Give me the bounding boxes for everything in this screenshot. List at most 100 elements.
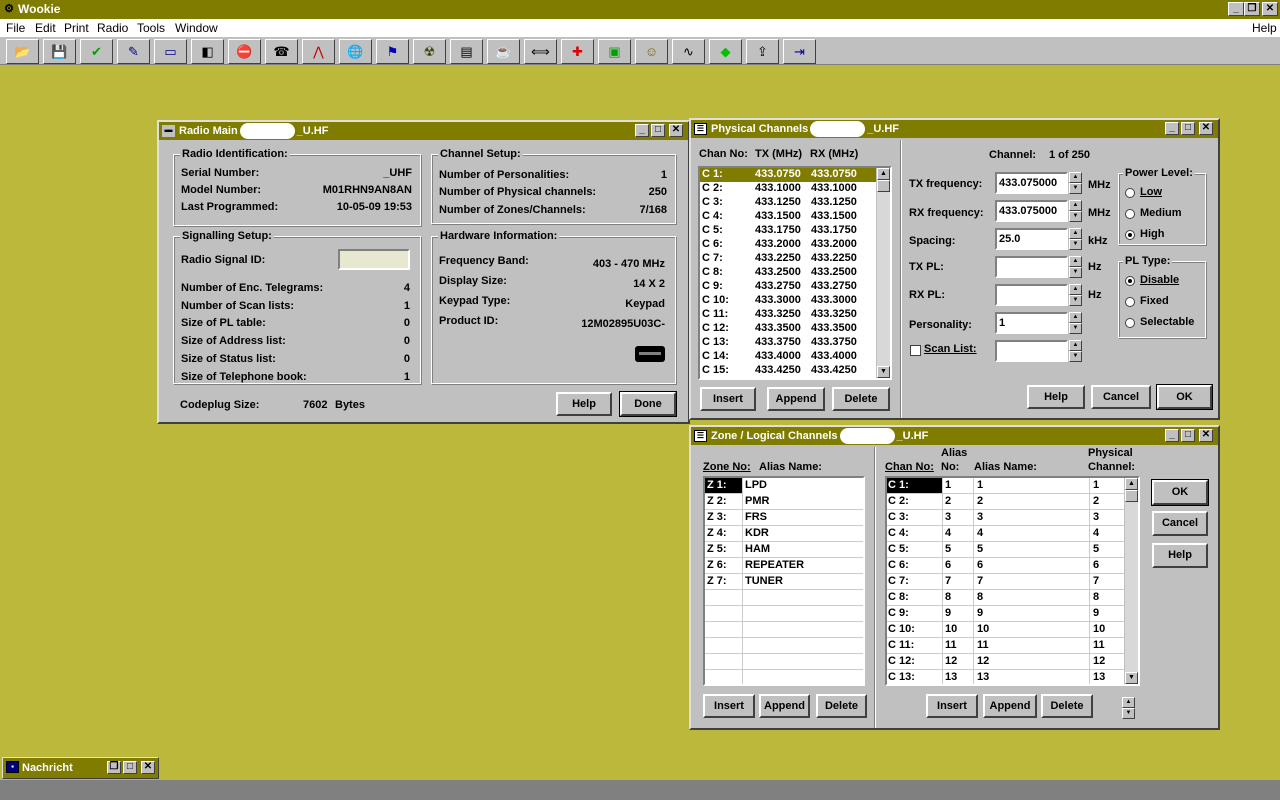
menu-radio[interactable]: Radio <box>97 19 128 37</box>
logical-channel-row[interactable]: C 4: 4 4 4 <box>887 526 1124 542</box>
physical-minimize[interactable]: _ <box>1165 122 1179 135</box>
menu-file[interactable]: File <box>6 19 25 37</box>
radio-main-done-button[interactable]: Done <box>619 391 677 417</box>
read-radio-icon[interactable]: ◧ <box>191 39 224 64</box>
personality-spinner[interactable]: ▲ ▼ <box>1069 312 1082 334</box>
pl-fixed-radio[interactable] <box>1125 297 1135 307</box>
zone-row[interactable] <box>705 590 863 606</box>
nachricht-minimized-window[interactable]: ▪ Nachricht ❐ □ ✕ <box>2 757 159 779</box>
physical-delete-button[interactable]: Delete <box>832 387 890 411</box>
radio-main-help-button[interactable]: Help <box>556 392 612 416</box>
menu-window[interactable]: Window <box>175 19 218 37</box>
tx-pl-spinner[interactable]: ▲ ▼ <box>1069 256 1082 278</box>
zone-row[interactable] <box>705 670 863 684</box>
wave-icon[interactable]: ∿ <box>672 39 705 64</box>
checkmark-icon[interactable]: ✔ <box>80 39 113 64</box>
power-high-radio[interactable] <box>1125 230 1135 240</box>
splitter[interactable] <box>900 140 902 418</box>
tx-frequency-input[interactable]: 433.075000 <box>995 172 1068 194</box>
logical-channel-row[interactable]: C 1: 1 1 1 <box>887 478 1124 494</box>
spacing-input[interactable]: 25.0 <box>995 228 1068 250</box>
zone-row[interactable] <box>705 654 863 670</box>
nachricht-restore[interactable]: ❐ <box>107 761 121 774</box>
logical-list-scrollbar[interactable]: ▲ ▼ <box>1124 478 1138 684</box>
zone-row[interactable]: Z 3: FRS <box>705 510 863 526</box>
physical-help-button[interactable]: Help <box>1027 385 1085 409</box>
document-icon[interactable]: ▤ <box>450 39 483 64</box>
physical-channel-row[interactable]: C 12: 433.3500 433.3500 <box>700 322 876 336</box>
bug-icon[interactable]: ☢ <box>413 39 446 64</box>
edit-document-icon[interactable]: ✎ <box>117 39 150 64</box>
logical-channel-row[interactable]: C 5: 5 5 5 <box>887 542 1124 558</box>
zone-help-button[interactable]: Help <box>1152 543 1208 568</box>
logical-channel-row[interactable]: C 7: 7 7 7 <box>887 574 1124 590</box>
restore-button[interactable]: ❐ <box>1244 2 1260 16</box>
logical-channel-row[interactable]: C 10: 10 10 10 <box>887 622 1124 638</box>
radio-main-maximize[interactable]: □ <box>651 124 665 137</box>
zone-insert-button[interactable]: Insert <box>703 694 755 718</box>
exit-door-icon[interactable]: ⇥ <box>783 39 816 64</box>
scan-list-checkbox[interactable] <box>910 345 921 356</box>
save-disk-icon[interactable]: 💾 <box>43 39 76 64</box>
menu-tools[interactable]: Tools <box>137 19 165 37</box>
nachricht-close[interactable]: ✕ <box>141 761 155 774</box>
zone-list[interactable]: Z 1: LPD Z 2: PMR Z 3: FRS Z 4: KDR Z 5: HAM Z 6: R… <box>703 476 865 686</box>
zone-maximize[interactable]: □ <box>1181 429 1195 442</box>
zone-close[interactable]: ✕ <box>1199 429 1213 442</box>
physical-channel-row[interactable]: C 8: 433.2500 433.2500 <box>700 266 876 280</box>
arrows-icon[interactable]: ⟺ <box>524 39 557 64</box>
physical-cancel-button[interactable]: Cancel <box>1091 385 1151 409</box>
physical-channel-row[interactable]: C 3: 433.1250 433.1250 <box>700 196 876 210</box>
telephone-icon[interactable]: ☎ <box>265 39 298 64</box>
zone-ok-button[interactable]: OK <box>1151 479 1209 506</box>
rx-frequency-input[interactable]: 433.075000 <box>995 200 1068 222</box>
scan-list-spinner[interactable]: ▲ ▼ <box>1069 340 1082 362</box>
physical-channel-row[interactable]: C 11: 433.3250 433.3250 <box>700 308 876 322</box>
menu-help[interactable]: Help <box>1252 19 1277 37</box>
logical-channel-row[interactable]: C 11: 11 11 11 <box>887 638 1124 654</box>
scroll-down-arrow[interactable]: ▼ <box>1125 672 1138 684</box>
zone-row[interactable]: Z 1: LPD <box>705 478 767 494</box>
physical-channel-row[interactable]: C 7: 433.2250 433.2250 <box>700 252 876 266</box>
physical-channel-row[interactable]: C 4: 433.1500 433.1500 <box>700 210 876 224</box>
scroll-thumb[interactable] <box>1125 490 1138 502</box>
plus-icon[interactable]: ✚ <box>561 39 594 64</box>
zone-delete-button[interactable]: Delete <box>816 694 867 718</box>
physical-channel-row[interactable]: C 6: 433.2000 433.2000 <box>700 238 876 252</box>
logical-channel-row[interactable]: C 3: 3 3 3 <box>887 510 1124 526</box>
pl-disable-radio[interactable] <box>1125 276 1135 286</box>
display-icon[interactable]: ▣ <box>598 39 631 64</box>
zone-row[interactable]: Z 7: TUNER <box>705 574 863 590</box>
antenna-icon[interactable]: ⋀ <box>302 39 335 64</box>
scroll-thumb[interactable] <box>877 180 890 192</box>
scan-list-input[interactable] <box>995 340 1068 362</box>
scroll-down-arrow[interactable]: ▼ <box>877 366 890 378</box>
logical-channel-row[interactable]: C 9: 9 9 9 <box>887 606 1124 622</box>
pl-selectable-radio[interactable] <box>1125 318 1135 328</box>
globe-icon[interactable]: 🌐 <box>339 39 372 64</box>
logical-channel-row[interactable]: C 12: 12 12 12 <box>887 654 1124 670</box>
nachricht-maximize[interactable]: □ <box>123 761 137 774</box>
physical-channel-row[interactable]: C 9: 433.2750 433.2750 <box>700 280 876 294</box>
physical-maximize[interactable]: □ <box>1181 122 1195 135</box>
scroll-up-arrow[interactable]: ▲ <box>877 168 890 180</box>
physical-channel-row[interactable]: C 2: 433.1000 433.1000 <box>700 182 876 196</box>
stop-icon[interactable]: ⛔ <box>228 39 261 64</box>
close-button[interactable]: ✕ <box>1262 2 1278 16</box>
rx-pl-input[interactable] <box>995 284 1068 306</box>
logical-insert-button[interactable]: Insert <box>926 694 978 718</box>
logical-channel-list[interactable]: C 1: 1 1 1 C 2: 2 2 2 C 3: 3 3 3 C 4: 4 4 4 C 5: 5 5 5 C 6: 6… <box>885 476 1140 686</box>
logical-channel-row[interactable]: C 8: 8 8 8 <box>887 590 1124 606</box>
physical-insert-button[interactable]: Insert <box>700 387 756 411</box>
rx-pl-spinner[interactable]: ▲ ▼ <box>1069 284 1082 306</box>
zone-append-button[interactable]: Append <box>759 694 810 718</box>
open-folder-icon[interactable]: 📂 <box>6 39 39 64</box>
zone-row[interactable] <box>705 638 863 654</box>
tx-pl-input[interactable] <box>995 256 1068 278</box>
splitter[interactable] <box>874 447 876 728</box>
logical-delete-button[interactable]: Delete <box>1041 694 1093 718</box>
tx-frequency-spinner[interactable]: ▲ ▼ <box>1069 172 1082 194</box>
physical-channel-row[interactable]: C 15: 433.4250 433.4250 <box>700 364 876 378</box>
upload-icon[interactable]: ⇪ <box>746 39 779 64</box>
logical-channel-row[interactable]: C 6: 6 6 6 <box>887 558 1124 574</box>
